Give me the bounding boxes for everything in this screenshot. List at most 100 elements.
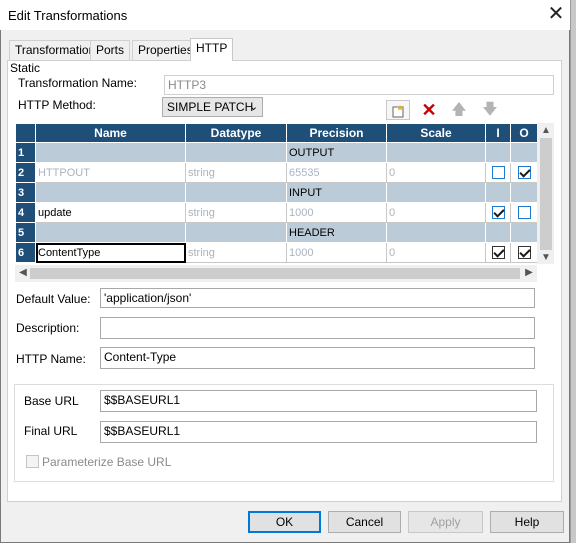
port-name-cell[interactable]: ContentType [35, 242, 186, 263]
transformation-name-field[interactable]: HTTP3 [164, 75, 554, 95]
scale-cell[interactable] [386, 142, 486, 163]
precision-cell[interactable]: 65535 [286, 162, 387, 183]
section-label-input: INPUT [286, 182, 387, 203]
port-name-cell[interactable]: HTTPOUT [35, 162, 186, 183]
port-name-cell[interactable]: update [35, 202, 186, 223]
datatype-cell[interactable]: string [185, 242, 287, 263]
column-header-scale[interactable]: Scale [386, 123, 486, 143]
description-field[interactable] [100, 317, 535, 339]
parameterize-base-url-checkbox[interactable] [26, 455, 39, 468]
scroll-down-icon[interactable]: ▼ [539, 251, 553, 265]
port-name-cell[interactable] [35, 222, 186, 243]
precision-cell[interactable]: 1000 [286, 202, 387, 223]
datatype-cell[interactable] [185, 222, 287, 243]
scroll-left-icon[interactable]: ◀ [16, 266, 30, 280]
column-header-datatype[interactable]: Datatype [185, 123, 287, 143]
parameterize-base-url-label: Parameterize Base URL [42, 455, 172, 469]
row-number: 5 [15, 222, 36, 243]
new-port-icon[interactable] [386, 100, 410, 120]
row-number: 2 [15, 162, 36, 183]
final-url-label: Final URL [24, 424, 78, 438]
final-url-field[interactable]: $$BASEURL1 [100, 421, 537, 443]
table-row[interactable]: 2 HTTPOUT string 65535 0 [15, 162, 538, 183]
grid-header-row: Name Datatype Precision Scale I O [15, 123, 538, 143]
transformation-name-label: Transformation Name: [18, 76, 137, 90]
row-number: 1 [15, 142, 36, 163]
horizontal-scroll-thumb[interactable] [30, 268, 520, 279]
description-label: Description: [16, 321, 80, 335]
input-checkbox[interactable] [491, 206, 505, 219]
output-checkbox[interactable] [517, 246, 531, 259]
close-icon[interactable]: ✕ [544, 4, 568, 26]
http-name-label: HTTP Name: [16, 352, 86, 366]
datatype-cell[interactable] [185, 142, 287, 163]
scroll-right-icon[interactable]: ▶ [522, 266, 536, 280]
base-url-label: Base URL [24, 394, 79, 408]
input-cell [485, 142, 511, 163]
column-header-output[interactable]: O [510, 123, 538, 143]
move-down-icon[interactable]: 🡇 [478, 100, 502, 120]
scale-cell[interactable]: 0 [386, 202, 486, 223]
port-name-cell[interactable] [35, 142, 186, 163]
scale-cell[interactable]: 0 [386, 242, 486, 263]
output-cell [510, 222, 538, 243]
scale-cell[interactable]: 0 [386, 162, 486, 183]
default-value-label: Default Value: [16, 292, 91, 306]
tab-properties[interactable]: Properties [132, 40, 199, 60]
vertical-scroll-thumb[interactable] [540, 138, 552, 250]
cancel-button[interactable]: Cancel [328, 511, 401, 533]
precision-cell[interactable]: 1000 [286, 242, 387, 263]
move-up-icon[interactable]: 🡅 [447, 100, 471, 120]
tab-transformation[interactable]: Transformation [9, 40, 102, 60]
table-row[interactable]: 5 HEADER [15, 222, 538, 243]
output-checkbox[interactable] [517, 206, 531, 219]
http-method-value: SIMPLE PATCH [167, 100, 254, 114]
delete-icon[interactable]: ✕ [417, 100, 441, 120]
output-checkbox[interactable] [517, 166, 531, 179]
default-value-field[interactable]: 'application/json' [100, 288, 535, 308]
output-cell [510, 182, 538, 203]
datatype-cell[interactable]: string [185, 162, 287, 183]
section-label-header: HEADER [286, 222, 387, 243]
static-section-label: Static [10, 61, 41, 75]
output-cell [510, 142, 538, 163]
tab-http[interactable]: HTTP [190, 38, 234, 61]
port-name-cell[interactable] [35, 182, 186, 203]
input-checkbox[interactable] [491, 246, 505, 259]
table-row[interactable]: 1 OUTPUT [15, 142, 538, 163]
column-header-name[interactable]: Name [35, 123, 186, 143]
chevron-down-icon: ⌄ [249, 101, 259, 113]
datatype-cell[interactable]: string [185, 202, 287, 223]
base-url-field[interactable]: $$BASEURL1 [100, 390, 537, 412]
http-name-field[interactable]: Content-Type [100, 347, 535, 369]
scroll-up-icon[interactable]: ▲ [539, 124, 553, 138]
input-cell [485, 182, 511, 203]
table-row[interactable]: 4 update string 1000 0 [15, 202, 538, 223]
section-label-output: OUTPUT [286, 142, 387, 163]
datatype-cell[interactable] [185, 182, 287, 203]
row-number: 3 [15, 182, 36, 203]
tab-ports[interactable]: Ports [90, 40, 131, 60]
input-checkbox-cell[interactable] [485, 242, 511, 263]
apply-button[interactable]: Apply [408, 511, 483, 533]
http-method-dropdown[interactable]: SIMPLE PATCH ⌄ [162, 97, 263, 117]
output-checkbox-cell[interactable] [510, 242, 538, 263]
scale-cell[interactable] [386, 222, 486, 243]
ok-button[interactable]: OK [248, 511, 321, 533]
window-title: Edit Transformations [8, 8, 128, 23]
output-checkbox-cell[interactable] [510, 162, 538, 183]
input-checkbox-cell[interactable] [485, 162, 511, 183]
scale-cell[interactable] [386, 182, 486, 203]
row-number: 6 [15, 242, 36, 263]
table-row[interactable]: 6 ContentType string 1000 0 [15, 242, 538, 263]
output-checkbox-cell[interactable] [510, 202, 538, 223]
input-checkbox[interactable] [491, 166, 505, 179]
column-header-input[interactable]: I [485, 123, 511, 143]
column-header-rownum [15, 123, 36, 143]
input-checkbox-cell[interactable] [485, 202, 511, 223]
background-window-edge [570, 0, 576, 543]
row-number: 4 [15, 202, 36, 223]
column-header-precision[interactable]: Precision [286, 123, 387, 143]
help-button[interactable]: Help [490, 511, 564, 533]
table-row[interactable]: 3 INPUT [15, 182, 538, 203]
